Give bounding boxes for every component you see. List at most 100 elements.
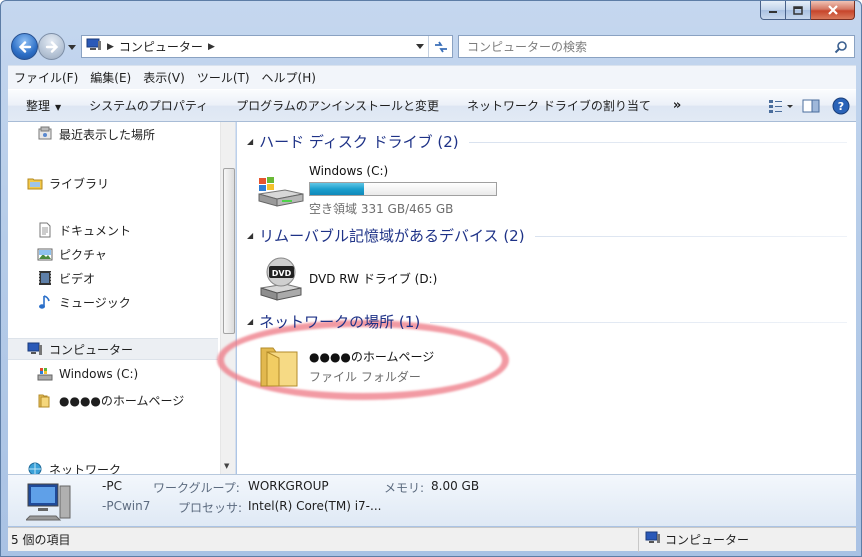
nav-recent-places[interactable]: 最近表示した場所	[36, 123, 155, 145]
preview-pane-button[interactable]	[796, 93, 826, 119]
collapse-icon[interactable]: ◢	[247, 317, 253, 326]
network-folder-name: ●●●●のホームページ	[309, 350, 435, 364]
content-pane: ◢ ハード ディスク ドライブ (2) Windows (C:) 空き領域 33…	[217, 122, 856, 474]
address-row: ▶ コンピューター ▶	[9, 31, 855, 63]
group-divider	[534, 236, 847, 237]
svg-text:?: ?	[838, 100, 844, 113]
computer-icon	[26, 340, 44, 358]
workgroup-value: WORKGROUP	[248, 479, 329, 493]
workgroup-label: ワークグループ:	[153, 481, 240, 495]
more-commands-button[interactable]: »	[665, 98, 689, 113]
forward-button[interactable]	[38, 33, 65, 60]
menu-view[interactable]: 表示(V)	[137, 69, 191, 86]
back-button[interactable]	[11, 33, 38, 60]
chevron-down-icon: ▼	[55, 103, 62, 112]
processor-label: プロセッサ:	[178, 501, 243, 515]
system-properties-button[interactable]: システムのプロパティ	[75, 97, 222, 114]
breadcrumb-separator[interactable]: ▶	[107, 42, 114, 52]
menu-tools[interactable]: ツール(T)	[191, 69, 256, 86]
minimize-icon	[769, 11, 777, 13]
dvd-badge: DVD	[272, 269, 292, 278]
nav-label: ドキュメント	[59, 223, 132, 238]
menu-file[interactable]: ファイル(F)	[8, 69, 84, 86]
nav-computer[interactable]: コンピューター	[8, 338, 218, 360]
nav-videos[interactable]: ビデオ	[36, 267, 95, 289]
nav-drive-c[interactable]: Windows (C:)	[36, 363, 138, 385]
arrow-left-icon	[18, 40, 31, 53]
refresh-icon	[434, 41, 447, 52]
drive-c-usage-bar	[309, 182, 497, 196]
maximize-button[interactable]	[786, 1, 811, 20]
memory-value: 8.00 GB	[431, 479, 480, 493]
group-title: ハード ディスク ドライブ (2)	[259, 132, 459, 151]
folder-icon	[36, 391, 54, 409]
group-divider	[430, 322, 847, 323]
group-network-locations[interactable]: ◢ ネットワークの場所 (1)	[247, 310, 847, 332]
nav-homepage[interactable]: ●●●●のホームページ	[36, 389, 184, 411]
drive-c-tile[interactable]: Windows (C:) 空き領域 331 GB/465 GB	[255, 162, 515, 216]
view-list-icon	[769, 100, 793, 113]
nav-label: コンピューター	[49, 342, 134, 357]
group-hard-disk-drives[interactable]: ◢ ハード ディスク ドライブ (2)	[247, 130, 847, 152]
network-folder-tile[interactable]: ●●●●のホームページ ファイル フォルダー	[255, 342, 485, 392]
collapse-icon[interactable]: ◢	[247, 137, 253, 146]
navigation-pane: 最近表示した場所 ライブラリ ドキュメント ピクチャ ビデオ ミュージック コン…	[8, 122, 236, 474]
nav-label: ビデオ	[59, 271, 96, 286]
nav-libraries[interactable]: ライブラリ	[26, 172, 109, 194]
address-history-dropdown[interactable]	[415, 41, 425, 51]
computer-icon	[24, 480, 72, 525]
nav-network[interactable]: ネットワーク	[26, 458, 121, 474]
folder-icon	[255, 342, 303, 391]
map-network-drive-button[interactable]: ネットワーク ドライブの割り当て	[453, 97, 665, 114]
menu-edit[interactable]: 編集(E)	[84, 69, 137, 86]
close-button[interactable]	[811, 1, 855, 20]
breadcrumb-separator[interactable]: ▶	[208, 42, 215, 52]
dvd-drive-icon: DVD	[257, 256, 303, 305]
explorer-window: ▶ コンピューター ▶ ファイル(F) 編集(E) 表示(V) ツール(T) ヘ…	[0, 0, 862, 557]
drive-c-usage-fill	[310, 183, 364, 195]
chevron-down-icon	[416, 43, 424, 49]
nav-label: ●●●●のホームページ	[59, 393, 185, 408]
organize-label: 整理	[26, 99, 51, 113]
group-title: ネットワークの場所 (1)	[259, 312, 421, 331]
nav-documents[interactable]: ドキュメント	[36, 219, 131, 241]
organize-button[interactable]: 整理 ▼	[8, 97, 75, 114]
scrollbar-thumb[interactable]	[223, 168, 235, 334]
network-icon	[26, 460, 44, 474]
status-location: コンピューター	[638, 527, 749, 552]
nav-music[interactable]: ミュージック	[36, 291, 131, 313]
nav-pictures[interactable]: ピクチャ	[36, 243, 107, 265]
nav-label: ネットワーク	[49, 462, 122, 475]
memory-label: メモリ:	[384, 481, 425, 495]
documents-icon	[36, 221, 54, 239]
address-bar[interactable]: ▶ コンピューター ▶	[81, 35, 453, 58]
libraries-icon	[26, 174, 44, 192]
group-divider	[468, 142, 847, 143]
help-button[interactable]: ?	[826, 93, 856, 119]
caption-buttons	[760, 1, 855, 21]
uninstall-program-button[interactable]: プログラムのアンインストールと変更	[222, 97, 453, 114]
search-box[interactable]	[458, 35, 855, 58]
collapse-icon[interactable]: ◢	[247, 231, 253, 240]
refresh-button[interactable]	[428, 36, 452, 57]
dvd-drive-tile[interactable]: DVD DVD RW ドライブ (D:)	[255, 254, 515, 304]
music-icon	[36, 293, 54, 311]
search-icon[interactable]	[834, 40, 848, 57]
nav-label: ピクチャ	[59, 247, 107, 262]
pc-name: -PC	[102, 479, 122, 493]
change-view-button[interactable]	[766, 93, 796, 119]
recent-pages-dropdown[interactable]	[67, 41, 77, 53]
close-icon	[827, 5, 838, 15]
drive-icon	[36, 365, 54, 383]
menu-help[interactable]: ヘルプ(H)	[256, 69, 322, 86]
group-removable-devices[interactable]: ◢ リムーバブル記憶域があるデバイス (2)	[247, 224, 847, 246]
arrow-right-icon	[45, 40, 58, 53]
minimize-button[interactable]	[760, 1, 786, 20]
search-input[interactable]	[459, 39, 819, 54]
nav-scrollbar[interactable]: ▼	[220, 122, 235, 474]
breadcrumb-computer[interactable]: コンピューター	[119, 38, 203, 55]
scroll-down-arrow-icon[interactable]: ▼	[224, 462, 229, 470]
nav-label: Windows (C:)	[59, 367, 139, 381]
nav-label: ライブラリ	[49, 176, 110, 191]
help-icon: ?	[832, 97, 850, 115]
